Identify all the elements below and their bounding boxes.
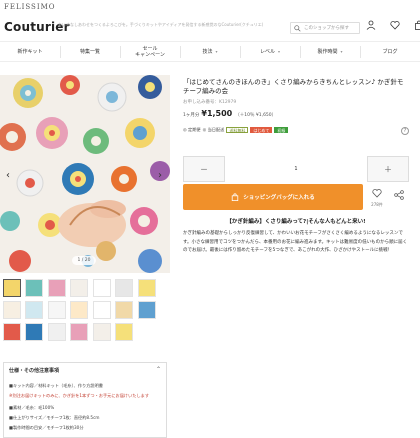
share-button[interactable] [394,190,404,202]
share-icon [394,190,404,200]
thumbnail[interactable] [93,323,111,341]
chevron-down-icon: ▾ [215,49,218,54]
help-icon[interactable]: ? [401,127,409,135]
chevron-down-icon: ▾ [278,49,281,54]
nav-features[interactable]: 特集一覧 [60,42,120,62]
tag-subscription: ◎ 定期便 [183,127,201,132]
header-icons [366,20,420,30]
heart-icon [372,189,382,198]
search-icon [294,24,301,32]
spec-notes-title: 仕様・その他注意事項 [9,368,60,374]
main-nav: 新作キット 特集一覧 セール キャンペーン 技法 ▾ レベル ▾ 製作時間 ▾ ブログ [0,41,420,62]
nav-sale-campaign[interactable]: セール キャンペーン [120,42,180,62]
search-placeholder: このショップから探す [304,26,349,31]
description-body: かぎ針編みの基礎からしっかり反復練習して、かわいいお花モチーフがさくさく編めるよ… [183,231,408,253]
thumbnail[interactable] [138,301,156,319]
thumbnail[interactable] [48,279,66,297]
quantity-stepper: － 1 ＋ [183,156,409,182]
thumbnail[interactable] [3,279,21,297]
spec-line: ■素材／毛糸：毛100% [9,405,55,410]
product-number: お申し込み番号：K12979 [183,100,237,105]
nav-blog[interactable]: ブログ [360,42,420,62]
thumbnail[interactable] [93,301,111,319]
product-hero-image[interactable]: ‹ › 1 / 20 [0,75,170,273]
site-header: Couturier ちいさなしあわせをつくるよろこびを。手づくりキットやアイディ… [0,14,420,40]
description-heading: 【かぎ針編み】くさり編みって?|そんな人もどんと来い! [226,219,366,225]
felissimo-brand[interactable]: FELISSIMO [4,3,56,11]
thumbnail[interactable] [115,301,133,319]
next-arrow-icon[interactable]: › [158,170,162,181]
price: ¥1,500 [201,109,233,118]
tag-beginner: はじめて [250,127,273,133]
decrease-button[interactable]: － [184,156,224,182]
thumbnail[interactable] [48,301,66,319]
thumbnail[interactable] [3,301,21,319]
spec-line: ■キット内容／材料キット（毛糸）、作り方説明書 [9,383,103,388]
user-icon[interactable] [366,20,376,30]
nav-technique[interactable]: 技法 ▾ [180,42,240,62]
add-to-bag-button[interactable]: ショッピングバッグに入れる [183,184,363,210]
thumbnail[interactable] [70,301,88,319]
price-tax-note: （＋10％ ¥1,650） [235,113,277,118]
chevron-up-icon[interactable]: ⌃ [156,366,161,373]
thumbnail[interactable] [25,279,43,297]
thumbnail[interactable] [25,301,43,319]
spec-line: ■仕上がりサイズ／モチーフ1枚：直径約8.5cm [9,415,100,420]
page-indicator: 1 / 20 [72,256,96,265]
add-to-bag-label: ショッピングバッグに入れる [243,195,315,201]
price-row: 1ヶ月分 ¥1,500 （＋10％ ¥1,650） [183,109,276,118]
search-input[interactable]: このショップから探す [290,22,360,34]
tag-same-day: ◎ 当日配送 [202,127,225,132]
spec-notes-panel[interactable]: 仕様・その他注意事項 ⌃ ■キット内容／材料キット（毛糸）、作り方説明書 ※別注… [3,362,167,438]
spec-line: ※別注お届けキットのみに、かぎ針を1本ずつ・お手元にお届けいたします [9,393,150,398]
crochet-motifs-photo [0,75,170,273]
thumbnail[interactable] [93,279,111,297]
tag-free-shipping: 送料無料 [226,127,249,133]
thumbnail[interactable] [115,279,133,297]
thumbnail[interactable] [70,323,88,341]
product-tags: ◎ 定期便 ◎ 当日配送 送料無料 はじめて 初級 [183,127,289,133]
spec-line: ■製作時間の目安／モチーフ1枚約30分 [9,425,84,430]
thumbnail[interactable] [48,323,66,341]
bag-icon [232,193,239,201]
tag-level: 初級 [274,127,289,133]
bag-icon[interactable] [414,20,420,30]
thumbnail[interactable] [138,279,156,297]
nav-level[interactable]: レベル ▾ [240,42,300,62]
favorite-button[interactable]: 278件 [370,188,384,208]
thumbnail[interactable] [3,323,21,341]
thumbnail[interactable] [115,323,133,341]
thumbnail[interactable] [25,323,43,341]
nav-new-kits[interactable]: 新作キット [0,42,60,62]
quantity-field[interactable]: 1 [224,156,368,182]
prev-arrow-icon[interactable]: ‹ [6,170,10,181]
heart-icon[interactable] [390,20,400,30]
price-label: 1ヶ月分 [183,113,200,118]
tagline: ちいさなしあわせをつくるよろこびを。手づくりキットやアイディアを発信する新感覚の… [58,22,264,27]
product-title: 「はじめてさんのきほんのき」くさり編みからきちんとレッスン♪ かぎ針モチーフ編み… [183,78,404,95]
chevron-down-icon: ▾ [340,49,343,54]
increase-button[interactable]: ＋ [368,156,408,182]
favorite-count: 278件 [371,202,383,207]
top-bar: FELISSIMO [0,0,420,14]
nav-production-time[interactable]: 製作時間 ▾ [300,42,360,62]
thumbnail[interactable] [70,279,88,297]
